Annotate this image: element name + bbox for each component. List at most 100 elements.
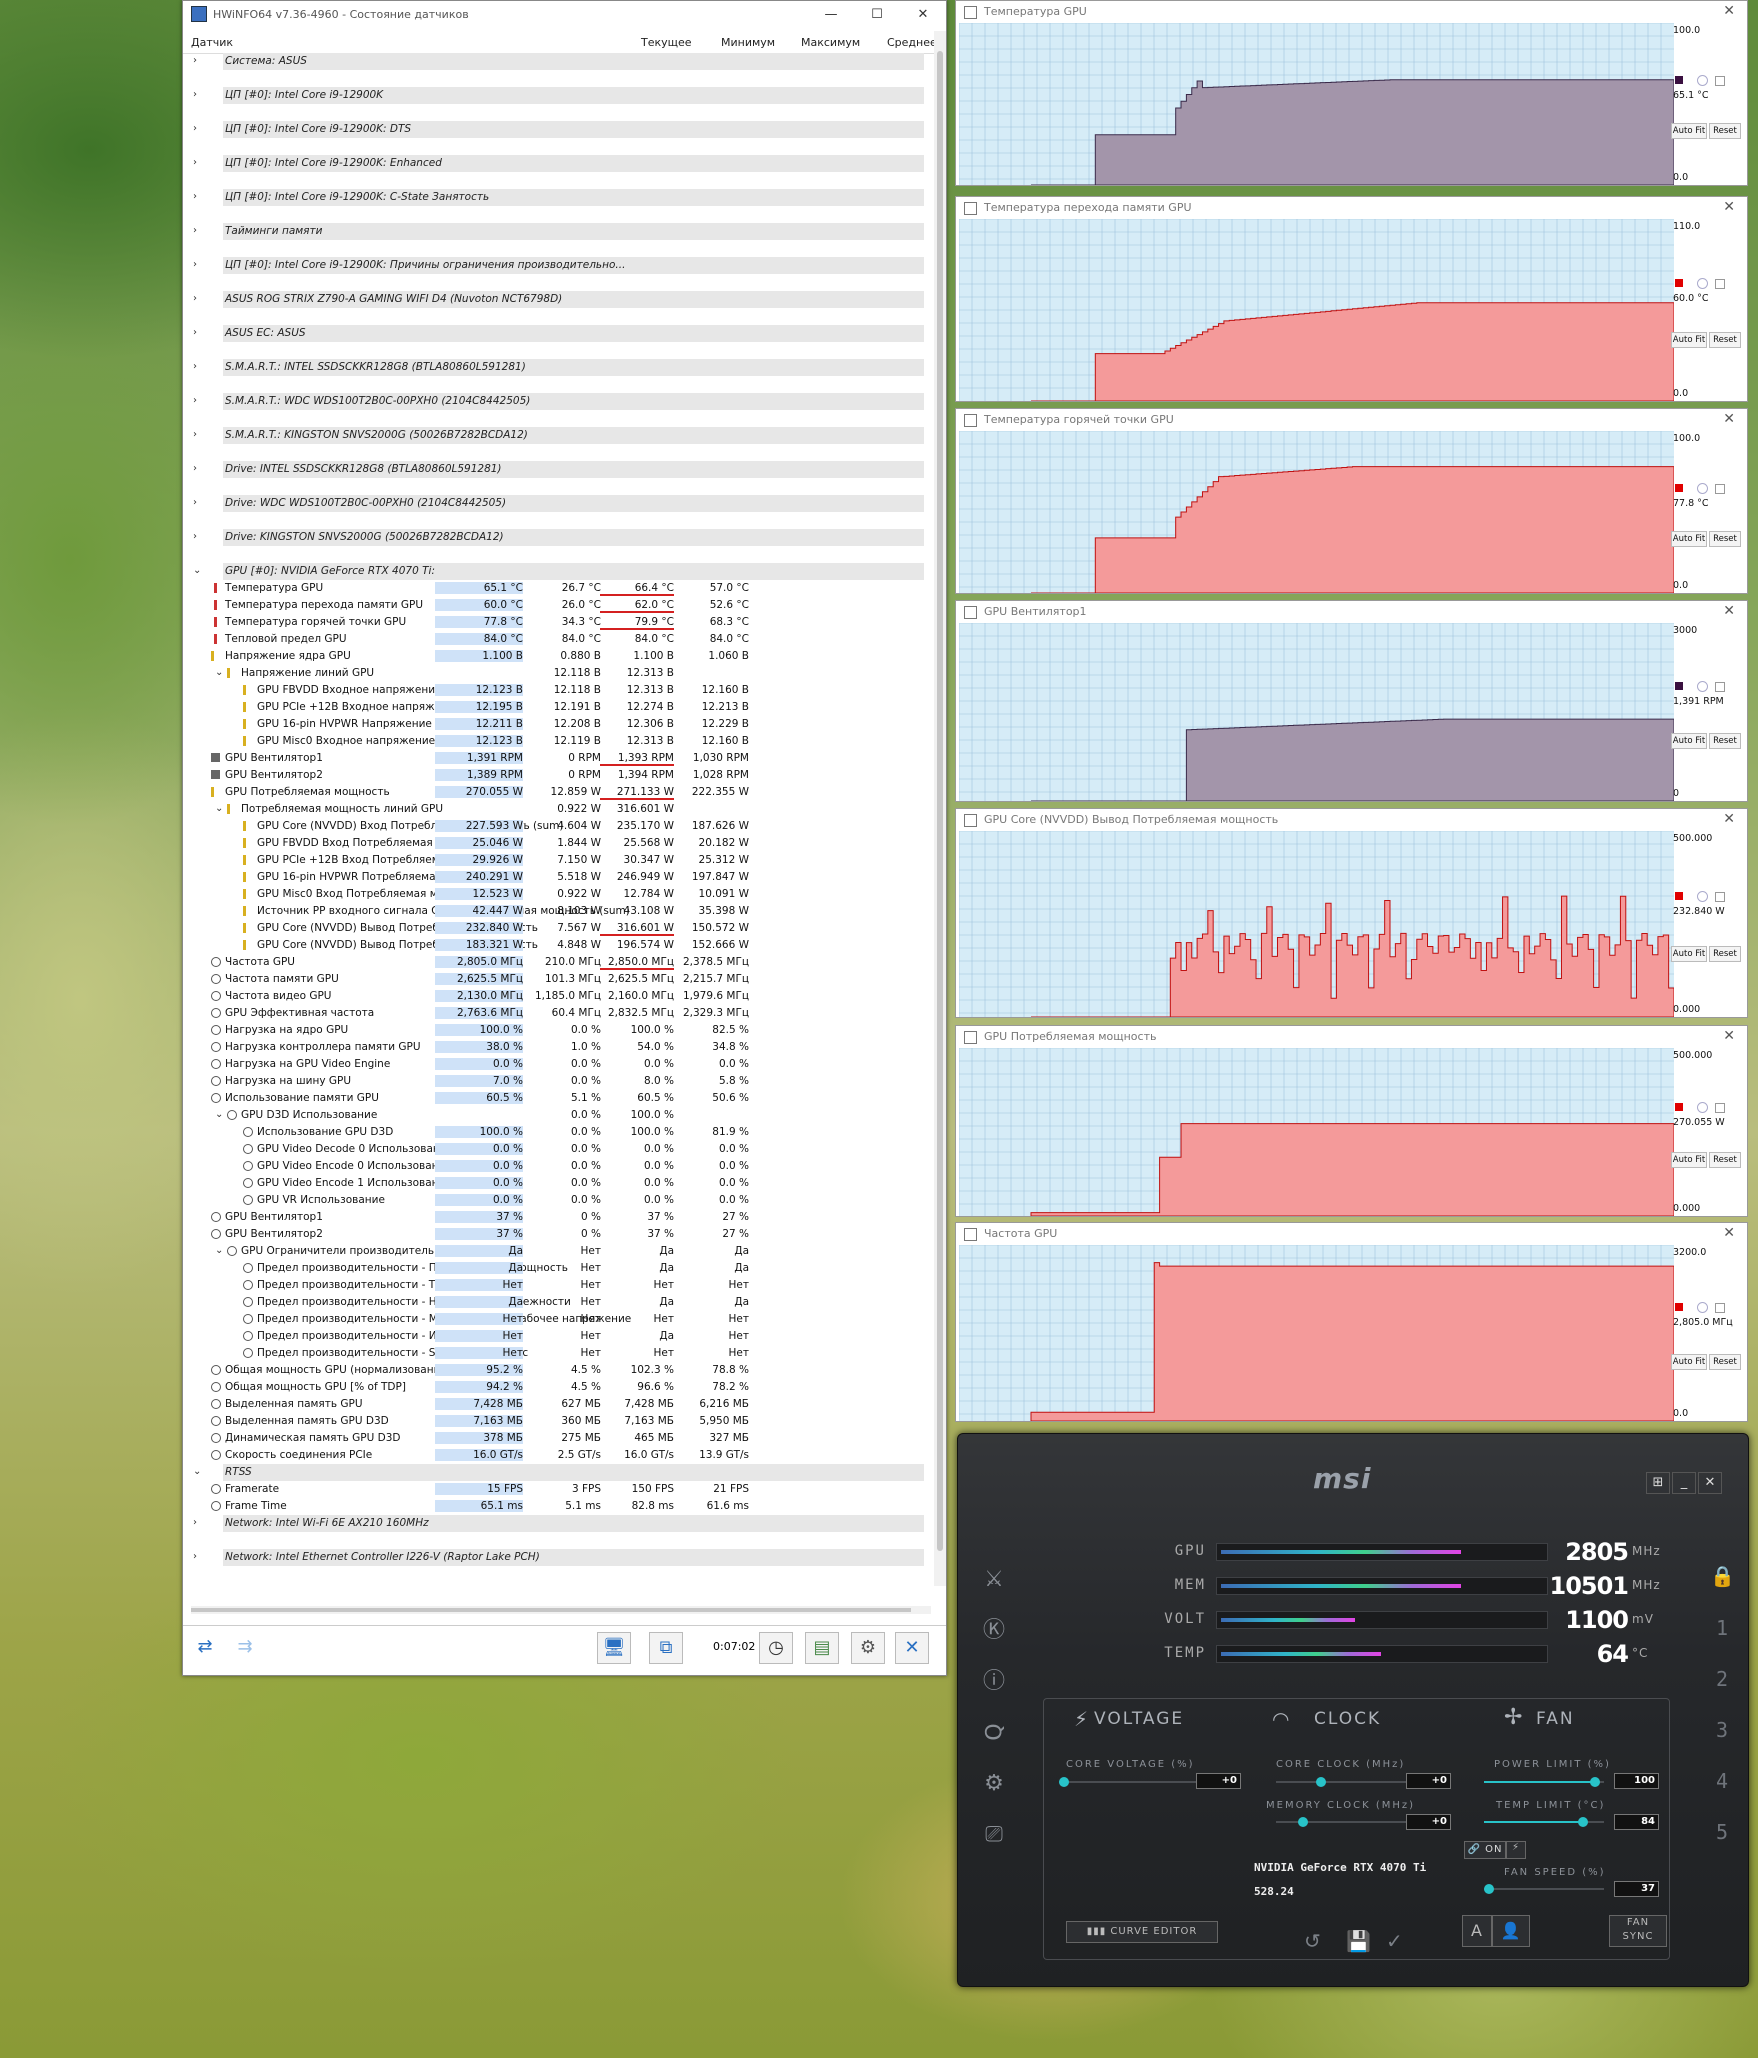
sensor-row[interactable]: Framerate 15 FPS 3 FPS 150 FPS 21 FPS (183, 1481, 934, 1498)
checkbox[interactable] (1715, 1103, 1725, 1114)
graph-titlebar[interactable]: Температура GPU ✕ (956, 1, 1747, 23)
sensor-row[interactable]: Нагрузка на шину GPU 7.0 % 0.0 % 8.0 % 5.8 % (183, 1073, 934, 1090)
sensor-row[interactable]: Выделенная память GPU 7,428 МБ 627 МБ 7,428… (183, 1396, 934, 1413)
fan-speed-slider[interactable] (1484, 1884, 1604, 1894)
save-icon[interactable]: 💾 (1346, 1929, 1371, 1953)
temp-limit-value[interactable]: 84 (1614, 1814, 1659, 1830)
chevron-right-icon[interactable]: › (193, 123, 197, 134)
kombustor-icon[interactable]: ⚔ (980, 1566, 1008, 1594)
close-icon[interactable]: ✕ (1723, 603, 1735, 619)
sensor-row[interactable]: Использование памяти GPU 60.5 % 5.1 % 60.5 … (183, 1090, 934, 1107)
settings-icon[interactable]: ⚙ (851, 1632, 885, 1664)
reset-button[interactable]: Reset (1709, 123, 1741, 140)
horizontal-scrollbar[interactable] (191, 1606, 931, 1614)
radio-icon[interactable] (1697, 891, 1708, 903)
network-icon[interactable]: 🖥 (597, 1632, 631, 1664)
sensor-row[interactable]: GPU 16-pin HVPWR Напряжение 12.211 В 12.20… (183, 716, 934, 733)
sensor-row[interactable]: Общая мощность GPU [% of TDP] 94.2 % 4.5 %… (183, 1379, 934, 1396)
sensor-row[interactable]: GPU Video Encode 1 Использование 0.0 % 0.0… (183, 1175, 934, 1192)
graph-titlebar[interactable]: GPU Потребляемая мощность ✕ (956, 1026, 1747, 1048)
checkbox[interactable] (1715, 681, 1725, 692)
graph-titlebar[interactable]: Температура горячей точки GPU ✕ (956, 409, 1747, 431)
sensor-row[interactable]: GPU Потребляемая мощность 270.055 W 12.859… (183, 784, 934, 801)
chevron-right-icon[interactable]: › (193, 1517, 197, 1528)
clock-tab[interactable]: CLOCK (1314, 1709, 1381, 1729)
chevron-right-icon[interactable]: › (193, 395, 197, 406)
hwinfo-titlebar[interactable]: HWiNFO64 v7.36-4960 - Состояние датчиков… (183, 1, 946, 27)
close-sensors-icon[interactable]: ✕ (895, 1632, 929, 1664)
profile-3[interactable]: 3 (1710, 1718, 1734, 1746)
log-add-icon[interactable]: ▤ (805, 1632, 839, 1664)
sensor-row[interactable]: Предел производительности - Использовани… (183, 1328, 934, 1345)
fan-tab[interactable]: FAN (1536, 1709, 1575, 1729)
sensor-group[interactable]: › Drive: INTEL SSDSCKKR128G8 (BTLA80860L5… (183, 461, 934, 495)
radio-icon[interactable] (1697, 75, 1708, 87)
chevron-right-icon[interactable]: › (193, 55, 197, 66)
chevron-down-icon[interactable]: ⌄ (193, 1466, 201, 1477)
autofit-button[interactable]: Auto Fit (1671, 733, 1707, 750)
sensor-row[interactable]: GPU Эффективная частота 2,763.6 МГц 60.4 М… (183, 1005, 934, 1022)
sensor-row[interactable]: GPU FBVDD Вход Потребляемая мощность 25.0… (183, 835, 934, 852)
power-limit-slider[interactable] (1484, 1777, 1604, 1787)
chevron-down-icon[interactable]: ⌄ (215, 1245, 223, 1256)
fan-sync-button[interactable]: FAN SYNC (1609, 1915, 1667, 1947)
close-icon[interactable]: ✕ (900, 7, 946, 22)
reset-button[interactable]: Reset (1709, 733, 1741, 750)
lightning-toggle[interactable]: ⚡ (1506, 1841, 1526, 1859)
chevron-down-icon[interactable]: ⌄ (193, 565, 201, 576)
radio-icon[interactable] (1697, 483, 1708, 495)
sensor-row[interactable]: Температура перехода памяти GPU 60.0 °C 26… (183, 597, 934, 614)
sensor-row[interactable]: Общая мощность GPU (нормализованная) [% … (183, 1362, 934, 1379)
sensor-row[interactable]: ⌄ GPU D3D Использование 0.0 % 100.0 % (183, 1107, 934, 1124)
maximize-icon[interactable]: ☐ (854, 7, 900, 22)
sensor-row[interactable]: Частота видео GPU 2,130.0 МГц 1,185.0 МГц 2… (183, 988, 934, 1005)
checkbox[interactable] (1715, 279, 1725, 290)
radio-icon[interactable] (1697, 1102, 1708, 1114)
sensor-row[interactable]: Частота GPU 2,805.0 МГц 210.0 МГц 2,850.0 М… (183, 954, 934, 971)
col-sensor[interactable]: Датчик (191, 36, 233, 49)
sensor-group[interactable]: › Система: ASUS (183, 53, 934, 87)
chevron-right-icon[interactable]: › (193, 191, 197, 202)
link-toggle[interactable]: 🔗 ON (1464, 1841, 1506, 1859)
chevron-right-icon[interactable]: › (193, 157, 197, 168)
checkbox[interactable] (1715, 76, 1725, 87)
sensor-group[interactable]: ⌄ RTSS (183, 1464, 934, 1481)
sensor-row[interactable]: GPU Вентилятор1 1,391 RPM 0 RPM 1,393 RPM 1,… (183, 750, 934, 767)
chevron-right-icon[interactable]: › (193, 429, 197, 440)
sensor-row[interactable]: Выделенная память GPU D3D 7,163 МБ 360 МБ 7… (183, 1413, 934, 1430)
sensor-group[interactable]: › Drive: WDC WDS100T2B0C-00PXH0 (2104C844… (183, 495, 934, 529)
info-icon[interactable]: ⓘ (980, 1668, 1008, 1696)
chevron-down-icon[interactable]: ⌄ (215, 667, 223, 678)
chevron-right-icon[interactable]: › (193, 225, 197, 236)
chevron-right-icon[interactable]: › (193, 497, 197, 508)
sensor-row[interactable]: ⌄ Напряжение линий GPU 12.118 В 12.313 В (183, 665, 934, 682)
autofit-button[interactable]: Auto Fit (1671, 331, 1707, 348)
sensor-group[interactable]: › ЦП [#0]: Intel Core i9-12900K: Enhanced (183, 155, 934, 189)
sensor-group[interactable]: › ЦП [#0]: Intel Core i9-12900K: C-State … (183, 189, 934, 223)
reset-icon[interactable]: ↺ (1304, 1929, 1321, 1953)
reset-button[interactable]: Reset (1709, 946, 1741, 963)
color-swatch[interactable] (1675, 1303, 1683, 1312)
sensor-row[interactable]: Источник PP входного сигнала GPU Потребл… (183, 903, 934, 920)
sensor-row[interactable]: GPU Core (NVVDD) Вывод Потребляемая мощн… (183, 937, 934, 954)
oc-scanner-icon[interactable]: ℺ (980, 1719, 1008, 1747)
close-icon[interactable]: ✕ (1698, 1472, 1722, 1494)
collapse-arrows-icon[interactable]: ⇉ (229, 1632, 261, 1662)
checkbox[interactable] (1715, 892, 1725, 903)
auto-fan-button[interactable]: A (1462, 1915, 1492, 1947)
memory-clock-value[interactable]: +0 (1406, 1814, 1451, 1830)
user-icon[interactable]: 👤 (1492, 1915, 1530, 1947)
radio-icon[interactable] (1697, 278, 1708, 290)
sensor-row[interactable]: GPU Misc0 Вход Потребляемая мощность 12.5… (183, 886, 934, 903)
k-boost-icon[interactable]: Ⓚ (980, 1617, 1008, 1645)
color-swatch[interactable] (1675, 484, 1683, 493)
checkbox[interactable] (1715, 1303, 1725, 1314)
graph-titlebar[interactable]: GPU Core (NVVDD) Вывод Потребляемая мощн… (956, 809, 1747, 831)
lock-icon[interactable]: 🔒 (1710, 1564, 1735, 1592)
sensor-group[interactable]: › ASUS ROG STRIX Z790-A GAMING WIFI D4 (N… (183, 291, 934, 325)
autofit-button[interactable]: Auto Fit (1671, 946, 1707, 963)
minimize-icon[interactable]: _ (1672, 1472, 1696, 1494)
chevron-right-icon[interactable]: › (193, 361, 197, 372)
close-icon[interactable]: ✕ (1723, 411, 1735, 427)
graph-titlebar[interactable]: GPU Вентилятор1 ✕ (956, 601, 1747, 623)
